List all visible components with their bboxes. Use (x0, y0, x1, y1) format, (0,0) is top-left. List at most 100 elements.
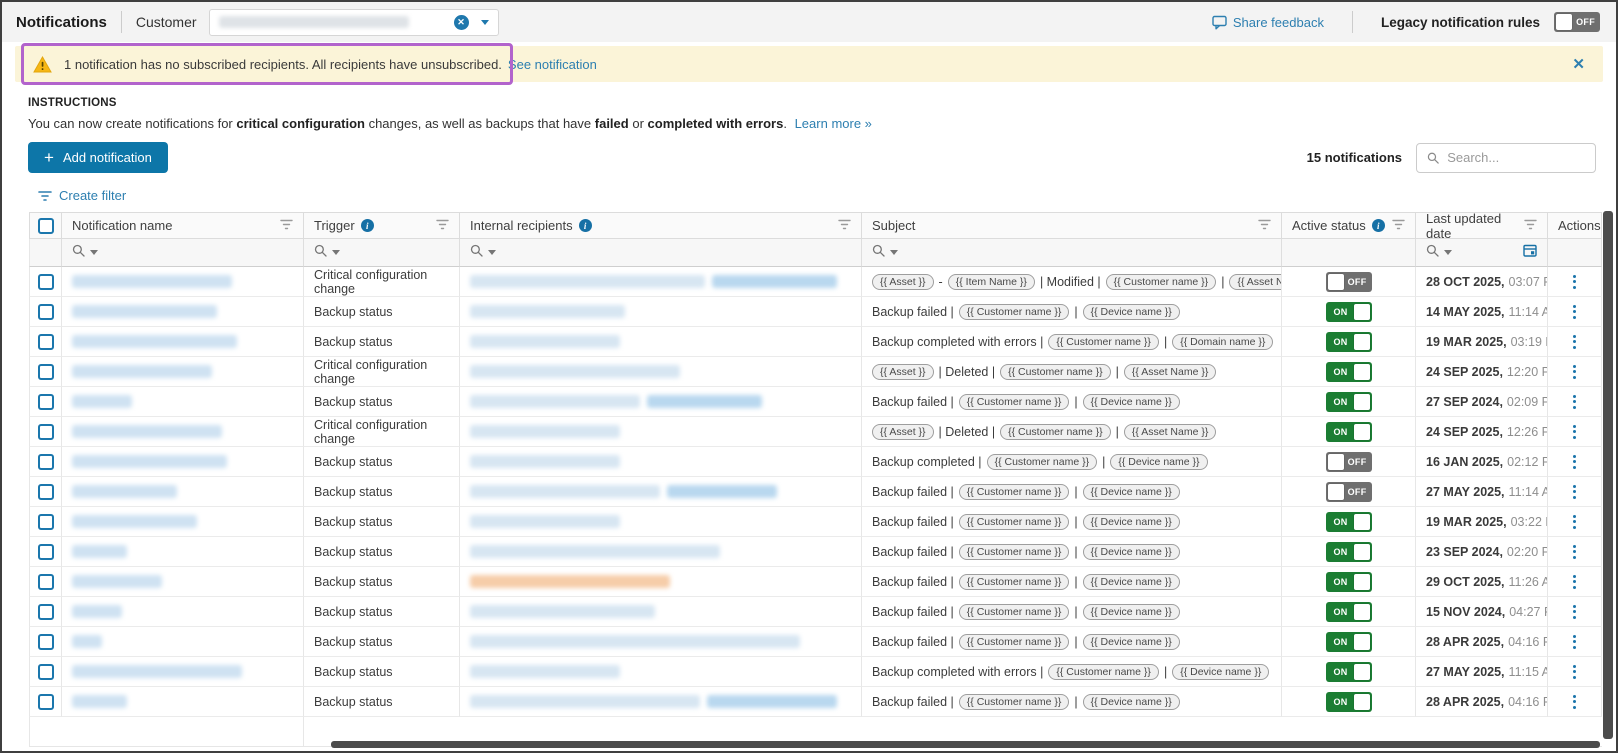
vertical-scrollbar[interactable] (1603, 211, 1613, 739)
row-checkbox[interactable] (38, 334, 54, 350)
customer-select[interactable]: ✕ (209, 9, 499, 36)
filter-calendar[interactable] (1523, 243, 1537, 262)
internal-recipients-redacted[interactable] (647, 395, 762, 408)
notification-name-redacted[interactable] (72, 395, 132, 408)
add-notification-button[interactable]: + Add notification (28, 142, 168, 173)
active-status-toggle[interactable]: ON (1326, 632, 1372, 652)
active-status-toggle[interactable]: ON (1326, 542, 1372, 562)
notification-name-redacted[interactable] (72, 635, 102, 648)
column-menu[interactable] (1258, 218, 1271, 233)
column-menu[interactable] (280, 218, 293, 233)
row-checkbox[interactable] (38, 484, 54, 500)
notification-name-redacted[interactable] (72, 605, 122, 618)
notification-name-redacted[interactable] (72, 665, 242, 678)
internal-recipients-redacted[interactable] (470, 305, 625, 318)
notification-name-redacted[interactable] (72, 485, 177, 498)
column-filter-icon[interactable] (280, 219, 293, 230)
internal-recipients-redacted[interactable] (470, 665, 620, 678)
column-filter-icon[interactable] (1258, 219, 1271, 230)
legacy-rules-toggle[interactable]: OFF (1554, 12, 1600, 32)
search-icon[interactable] (72, 244, 85, 257)
row-actions-menu-icon[interactable] (1573, 335, 1576, 349)
filter-dropdown-caret[interactable] (1444, 250, 1452, 255)
notification-name-redacted[interactable] (72, 275, 232, 288)
active-status-toggle[interactable]: ON (1326, 332, 1372, 352)
active-status-toggle[interactable]: ON (1326, 572, 1372, 592)
row-checkbox[interactable] (38, 604, 54, 620)
row-actions-menu-icon[interactable] (1573, 695, 1576, 709)
column-filter-icon[interactable] (1524, 219, 1537, 230)
filter-dropdown-caret[interactable] (488, 250, 496, 255)
learn-more-link[interactable]: Learn more » (795, 116, 872, 131)
column-menu[interactable] (838, 218, 851, 233)
column-menu[interactable] (436, 218, 449, 233)
row-checkbox[interactable] (38, 664, 54, 680)
notification-name-redacted[interactable] (72, 455, 227, 468)
active-status-toggle[interactable]: OFF (1326, 482, 1372, 502)
row-checkbox[interactable] (38, 514, 54, 530)
close-icon[interactable]: ✕ (1572, 55, 1585, 73)
row-actions-menu-icon[interactable] (1573, 305, 1576, 319)
see-notification-link[interactable]: See notification (508, 57, 597, 72)
notification-name-redacted[interactable] (72, 425, 222, 438)
internal-recipients-redacted[interactable] (470, 605, 655, 618)
internal-recipients-redacted[interactable] (470, 515, 620, 528)
search-box[interactable] (1416, 143, 1596, 173)
row-checkbox[interactable] (38, 394, 54, 410)
row-checkbox[interactable] (38, 304, 54, 320)
share-feedback-link[interactable]: Share feedback (1212, 15, 1324, 30)
internal-recipients-redacted[interactable] (470, 695, 700, 708)
search-icon[interactable] (1426, 244, 1439, 257)
internal-recipients-redacted[interactable] (470, 395, 640, 408)
internal-recipients-redacted[interactable] (470, 485, 660, 498)
row-checkbox[interactable] (38, 454, 54, 470)
filter-search-icon[interactable] (872, 244, 885, 262)
filter-dropdown-caret[interactable] (890, 250, 898, 255)
row-actions-menu-icon[interactable] (1573, 515, 1576, 529)
internal-recipients-redacted[interactable] (712, 275, 837, 288)
row-checkbox[interactable] (38, 364, 54, 380)
filter-search-icon[interactable] (1426, 244, 1439, 262)
filter-search-icon[interactable] (470, 244, 483, 262)
info-icon[interactable]: i (1372, 219, 1385, 232)
row-checkbox[interactable] (38, 274, 54, 290)
active-status-toggle[interactable]: ON (1326, 662, 1372, 682)
active-status-toggle[interactable]: OFF (1326, 452, 1372, 472)
internal-recipients-redacted[interactable] (470, 365, 680, 378)
row-actions-menu-icon[interactable] (1573, 425, 1576, 439)
column-filter-icon[interactable] (436, 219, 449, 230)
internal-recipients-redacted[interactable] (470, 545, 720, 558)
notification-name-redacted[interactable] (72, 515, 197, 528)
active-status-toggle[interactable]: ON (1326, 422, 1372, 442)
row-checkbox[interactable] (38, 544, 54, 560)
search-icon[interactable] (470, 244, 483, 257)
row-actions-menu-icon[interactable] (1573, 455, 1576, 469)
info-icon[interactable]: i (361, 219, 374, 232)
active-status-toggle[interactable]: ON (1326, 692, 1372, 712)
filter-dropdown-caret[interactable] (332, 250, 340, 255)
notification-name-redacted[interactable] (72, 305, 217, 318)
row-checkbox[interactable] (38, 424, 54, 440)
row-actions-menu-icon[interactable] (1573, 665, 1576, 679)
column-filter-icon[interactable] (1392, 219, 1405, 230)
internal-recipients-redacted[interactable] (470, 335, 620, 348)
notification-name-redacted[interactable] (72, 335, 237, 348)
internal-recipients-redacted[interactable] (470, 275, 705, 288)
calendar-icon[interactable] (1523, 243, 1537, 257)
active-status-toggle[interactable]: ON (1326, 362, 1372, 382)
internal-recipients-redacted[interactable] (667, 485, 777, 498)
filter-dropdown-caret[interactable] (90, 250, 98, 255)
clear-selection-icon[interactable]: ✕ (454, 15, 469, 30)
row-actions-menu-icon[interactable] (1573, 605, 1576, 619)
internal-recipients-redacted[interactable] (470, 575, 670, 588)
search-icon[interactable] (872, 244, 885, 257)
select-all-checkbox[interactable] (38, 218, 54, 234)
filter-search-icon[interactable] (72, 244, 85, 262)
internal-recipients-redacted[interactable] (470, 455, 620, 468)
row-actions-menu-icon[interactable] (1573, 275, 1576, 289)
column-menu[interactable] (1392, 218, 1405, 233)
row-actions-menu-icon[interactable] (1573, 395, 1576, 409)
internal-recipients-redacted[interactable] (470, 635, 800, 648)
notification-name-redacted[interactable] (72, 365, 212, 378)
column-menu[interactable] (1524, 218, 1537, 233)
